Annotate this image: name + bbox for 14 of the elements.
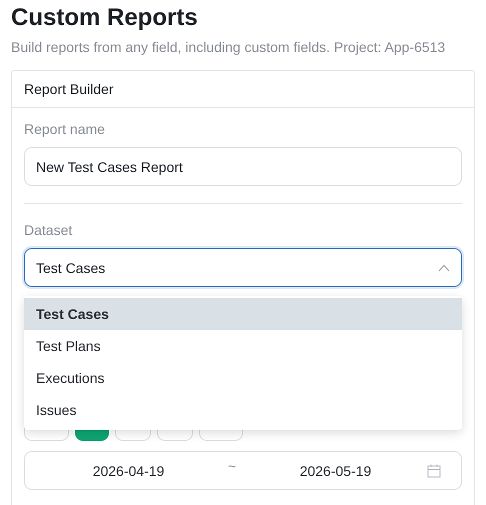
chevron-icon bbox=[438, 264, 450, 272]
dataset-select[interactable]: Test Cases bbox=[24, 248, 462, 287]
card-header: Report Builder bbox=[12, 71, 474, 108]
date-range-field[interactable]: 2026-04-19 ~ 2026-05-19 bbox=[24, 451, 462, 490]
field-label: Dataset bbox=[24, 221, 74, 239]
report-name-input[interactable]: New Test Cases Report bbox=[24, 147, 462, 186]
page-subtitle: Build reports from any field, including custom fields. Project: App-6513 bbox=[11, 38, 446, 56]
dropdown-option[interactable]: Issues bbox=[24, 394, 462, 426]
calendar-icon bbox=[427, 464, 441, 478]
dropdown-option[interactable]: Test Cases bbox=[24, 298, 462, 330]
dropdown-option[interactable]: Test Plans bbox=[24, 330, 462, 362]
page-title: Custom Reports bbox=[11, 3, 199, 33]
dropdown-option[interactable]: Executions bbox=[24, 362, 462, 394]
field-label: Report name bbox=[24, 120, 106, 138]
